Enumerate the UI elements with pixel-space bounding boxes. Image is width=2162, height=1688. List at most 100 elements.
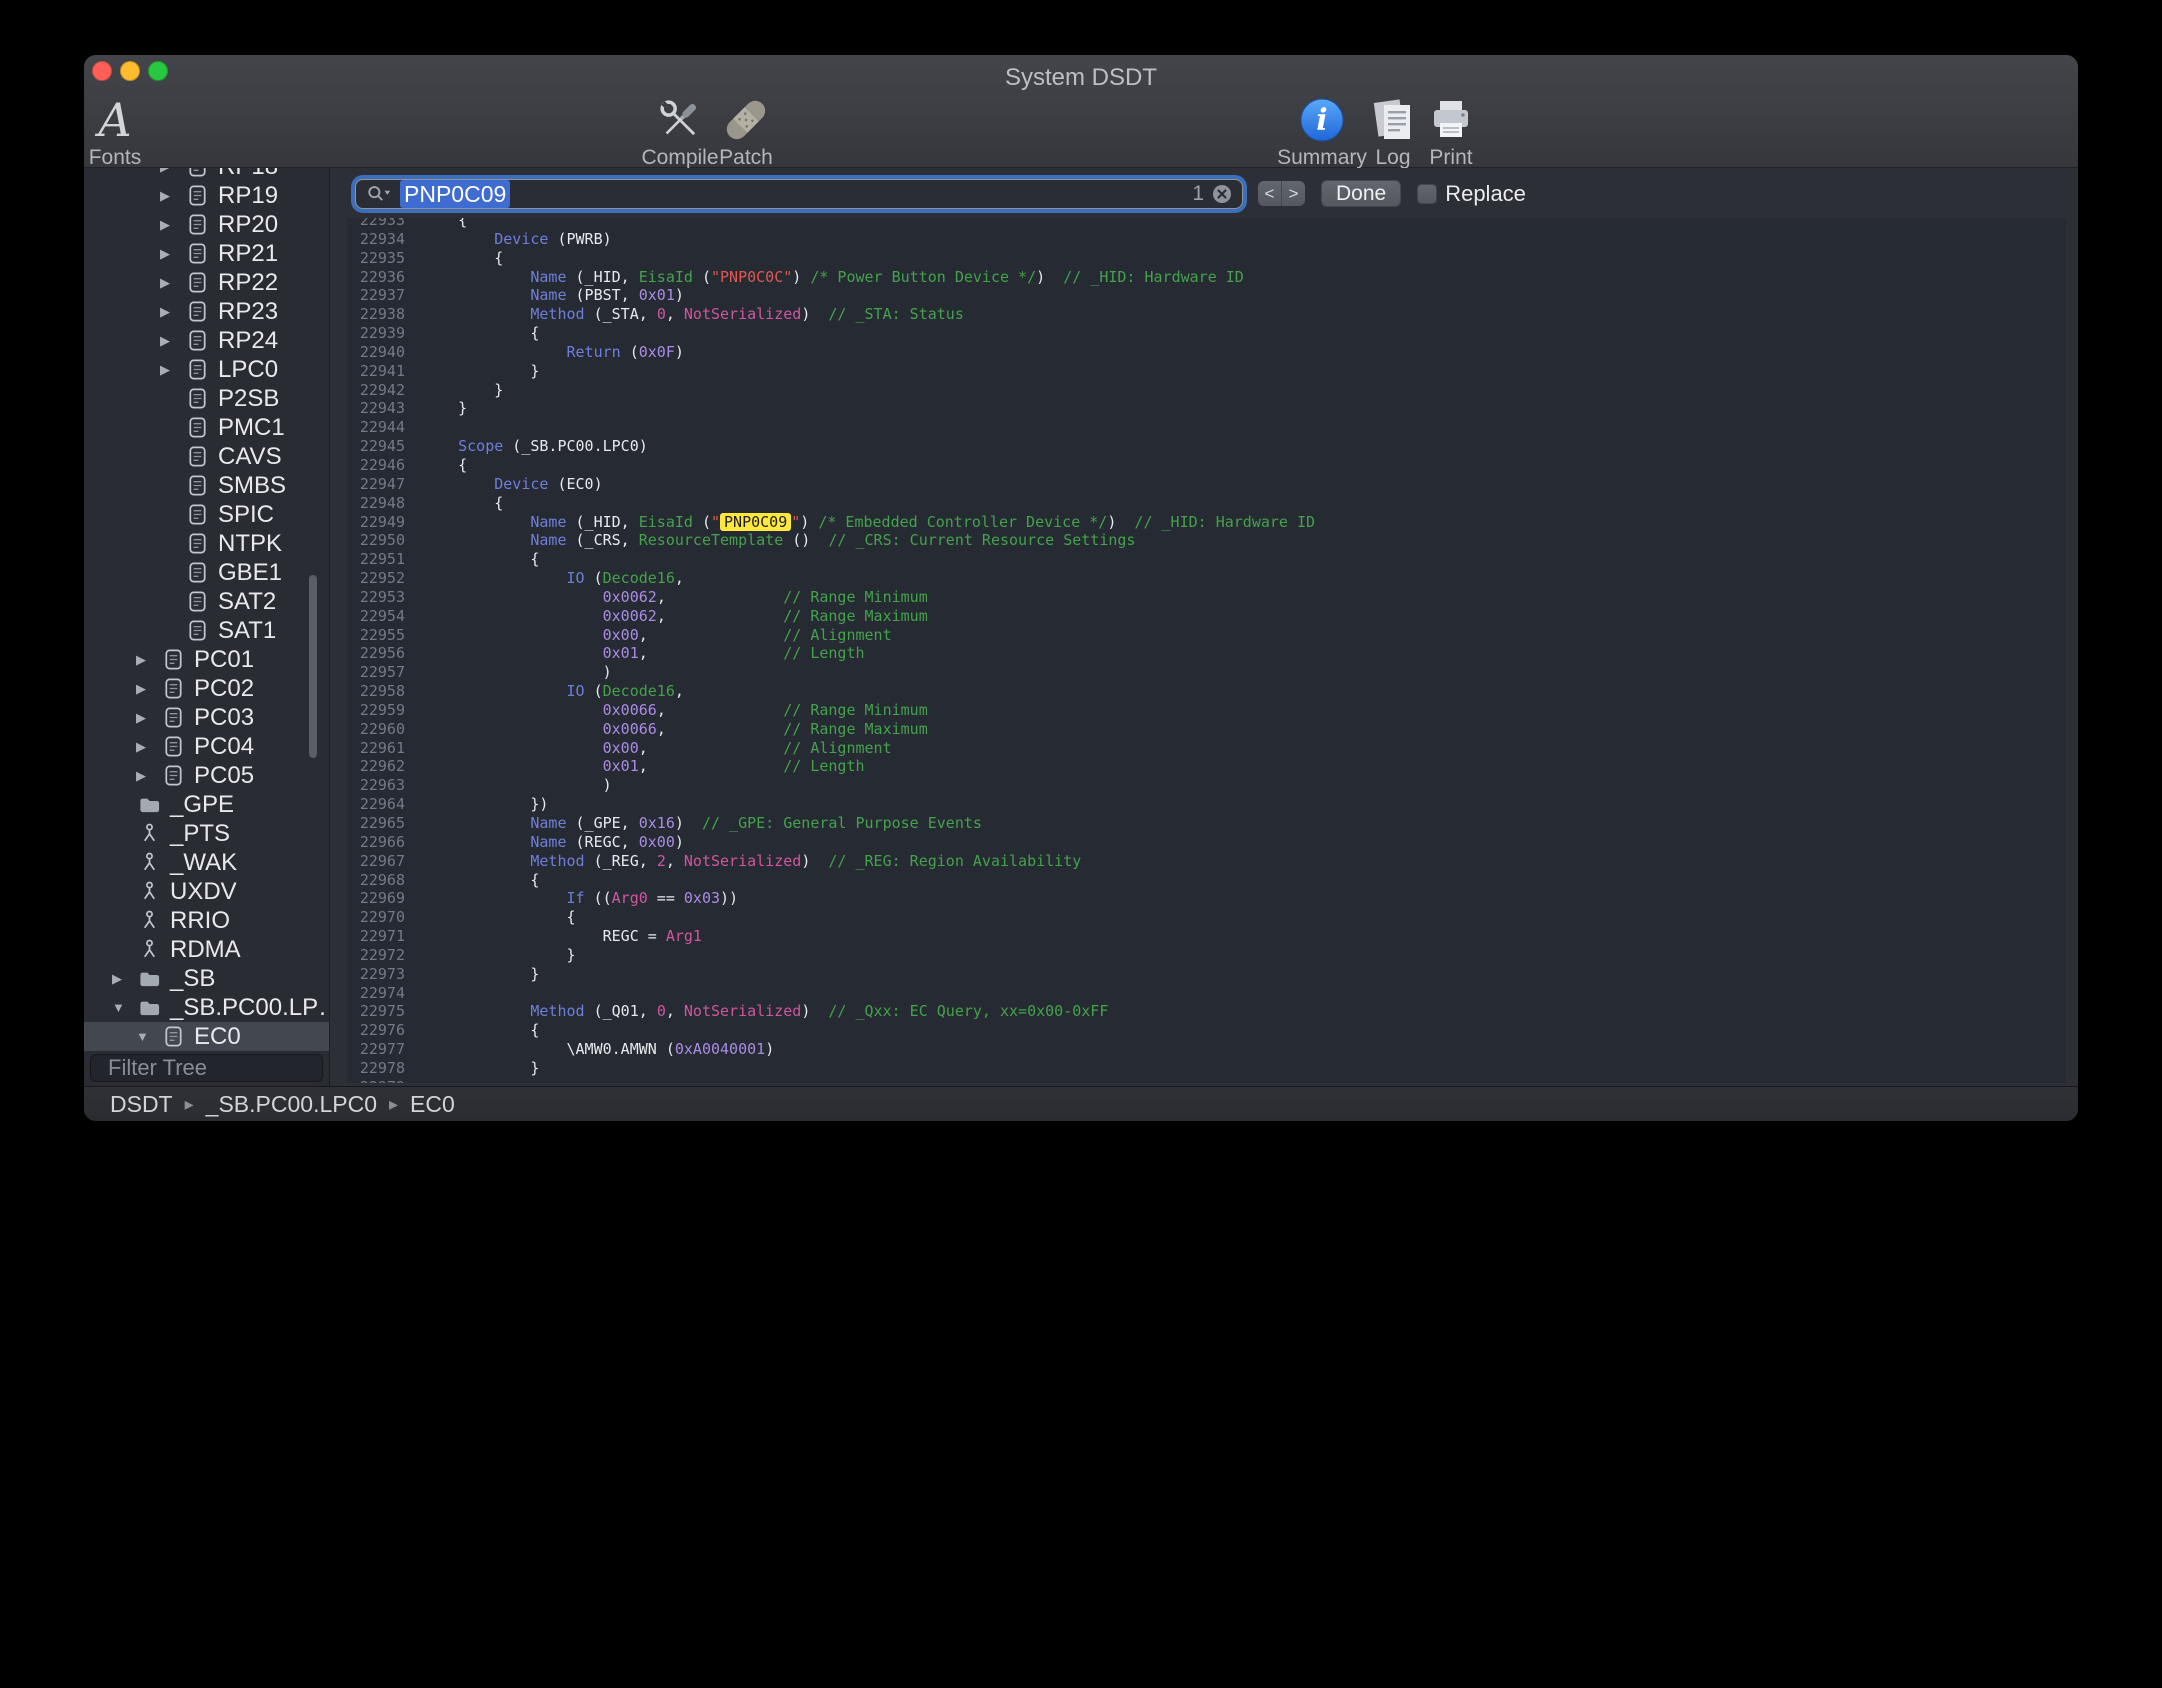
line-number: 22953 (347, 588, 405, 607)
disclosure-triangle-icon[interactable]: ▶ (160, 275, 186, 291)
sidebar-item-lpc0[interactable]: ▶LPC0 (84, 355, 329, 384)
disclosure-triangle-icon[interactable]: ▶ (160, 362, 186, 378)
sidebar-item-pc03[interactable]: ▶PC03 (84, 703, 329, 732)
sidebar-item-rp18[interactable]: ▶RP18 (84, 168, 329, 181)
disclosure-triangle-icon[interactable]: ▶ (160, 168, 186, 175)
sidebar-item-spic[interactable]: SPIC (84, 500, 329, 529)
sidebar-item-smbs[interactable]: SMBS (84, 471, 329, 500)
code-line: 22936 Name (_HID, EisaId ("PNP0C0C") /* … (347, 268, 2066, 287)
line-number: 22952 (347, 569, 405, 588)
disclosure-triangle-icon[interactable]: ▶ (160, 333, 186, 349)
sidebar-item-pc02[interactable]: ▶PC02 (84, 674, 329, 703)
disclosure-triangle-icon[interactable]: ▶ (136, 681, 162, 697)
minimize-button[interactable] (120, 61, 140, 81)
sidebar-item-pmc1[interactable]: PMC1 (84, 413, 329, 442)
line-number: 22957 (347, 663, 405, 682)
disclosure-triangle-icon[interactable]: ▶ (136, 739, 162, 755)
sidebar-item-sat2[interactable]: SAT2 (84, 587, 329, 616)
code-line: 22940 Return (0x0F) (347, 343, 2066, 362)
sidebar-item-rrio[interactable]: RRIO (84, 906, 329, 935)
device-icon (186, 168, 210, 178)
line-number: 22963 (347, 776, 405, 795)
sidebar-item-sat1[interactable]: SAT1 (84, 616, 329, 645)
device-icon (162, 706, 186, 729)
disclosure-triangle-icon[interactable]: ▶ (112, 971, 138, 987)
device-icon (186, 532, 210, 555)
tree-item-label: RRIO (170, 907, 230, 935)
find-match-count: 1 (1192, 182, 1204, 206)
disclosure-triangle-icon[interactable]: ▶ (136, 710, 162, 726)
line-number: 22944 (347, 418, 405, 437)
sidebar-item-rp20[interactable]: ▶ RP20 (84, 210, 329, 239)
replace-checkbox[interactable] (1417, 184, 1437, 204)
code-line: 22954 0x0062, // Range Maximum (347, 607, 2066, 626)
toolbar-print-button[interactable]: Print (1391, 95, 1511, 170)
toolbar-fonts-button[interactable]: A Fonts (84, 95, 175, 170)
sidebar-item--wak[interactable]: _WAK (84, 848, 329, 877)
sidebar-item-rp23[interactable]: ▶RP23 (84, 297, 329, 326)
disclosure-triangle-icon[interactable]: ▶ (160, 246, 186, 262)
sidebar-item-rp24[interactable]: ▶ RP24 (84, 326, 329, 355)
sidebar-item-cavs[interactable]: CAVS (84, 442, 329, 471)
breadcrumb-device[interactable]: EC0 (410, 1091, 455, 1118)
editor[interactable]: 22933 {22934 Device (PWRB)22935 {22936 N… (347, 218, 2066, 1083)
toolbar-patch-button[interactable]: Patch (686, 95, 806, 170)
sidebar-item--sb[interactable]: ▶_SB (84, 964, 329, 993)
sidebar-item-ec0[interactable]: ▼ EC0 (84, 1022, 329, 1051)
disclosure-triangle-icon[interactable]: ▶ (136, 768, 162, 784)
code-line: 22966 Name (REGC, 0x00) (347, 833, 2066, 852)
toolbar-patch-label: Patch (719, 146, 773, 170)
tree-item-label: EC0 (194, 1023, 241, 1051)
find-previous-button[interactable]: < (1258, 181, 1281, 206)
code-line: 22939 { (347, 324, 2066, 343)
sidebar-item-pc05[interactable]: ▶PC05 (84, 761, 329, 790)
device-icon (186, 271, 210, 294)
title-bar: System DSDT A Fonts (84, 55, 2078, 168)
disclosure-triangle-icon[interactable]: ▼ (112, 1000, 138, 1015)
sidebar-item-gbe1[interactable]: GBE1 (84, 558, 329, 587)
breadcrumb-dsdt[interactable]: DSDT (110, 1091, 173, 1118)
disclosure-triangle-icon[interactable]: ▶ (160, 217, 186, 233)
disclosure-triangle-icon[interactable]: ▼ (136, 1029, 162, 1044)
sidebar-item-uxdv[interactable]: UXDV (84, 877, 329, 906)
code-line: 22938 Method (_STA, 0, NotSerialized) //… (347, 305, 2066, 324)
status-bar: DSDT ▸ _SB.PC00.LPC0 ▸ EC0 (84, 1086, 2078, 1121)
line-number: 22948 (347, 494, 405, 513)
code-line: 22934 Device (PWRB) (347, 230, 2066, 249)
disclosure-triangle-icon[interactable]: ▶ (160, 304, 186, 320)
filter-tree-field[interactable] (90, 1054, 323, 1082)
clear-search-icon[interactable] (1212, 184, 1232, 204)
tree-item-label: UXDV (170, 878, 237, 906)
sidebar-tree: ▶RP18▶RP19▶RP20▶RP21▶RP22▶RP23▶RP24▶LPC0… (84, 168, 329, 1054)
tree-item-label: RP20 (218, 211, 278, 239)
line-number: 22967 (347, 852, 405, 871)
done-button[interactable]: Done (1321, 180, 1401, 207)
code-line: 22965 Name (_GPE, 0x16) // _GPE: General… (347, 814, 2066, 833)
tree-item-label: RP24 (218, 327, 278, 355)
sidebar-item-p2sb[interactable]: P2SB (84, 384, 329, 413)
code-line: 22950 Name (_CRS, ResourceTemplate () //… (347, 531, 2066, 550)
find-input[interactable]: PNP0C09 1 (355, 179, 1243, 209)
sidebar-item-pc04[interactable]: ▶PC04 (84, 732, 329, 761)
sidebar-item-rp21[interactable]: ▶RP21 (84, 239, 329, 268)
sidebar-item-rdma[interactable]: RDMA (84, 935, 329, 964)
line-number: 22969 (347, 889, 405, 908)
disclosure-triangle-icon[interactable]: ▶ (160, 188, 186, 204)
tree-item-label: P2SB (218, 385, 279, 413)
close-button[interactable] (92, 61, 112, 81)
zoom-button[interactable] (148, 61, 168, 81)
sidebar-item--gpe[interactable]: _GPE (84, 790, 329, 819)
search-menu-icon[interactable] (366, 183, 392, 205)
sidebar-item-pc01[interactable]: ▶ PC01 (84, 645, 329, 674)
sidebar-item-rp19[interactable]: ▶RP19 (84, 181, 329, 210)
sidebar-item-rp22[interactable]: ▶RP22 (84, 268, 329, 297)
sidebar-scrollbar[interactable] (309, 575, 317, 758)
tree-item-label: PC01 (194, 646, 254, 674)
disclosure-triangle-icon[interactable]: ▶ (136, 652, 162, 668)
find-next-button[interactable]: > (1282, 181, 1305, 206)
breadcrumb-scope[interactable]: _SB.PC00.LPC0 (206, 1091, 377, 1118)
sidebar-item--pts[interactable]: _PTS (84, 819, 329, 848)
code-line: 22957 ) (347, 663, 2066, 682)
sidebar-item-ntpk[interactable]: NTPK (84, 529, 329, 558)
sidebar-item--sb-pc00-lp-[interactable]: ▼_SB.PC00.LP… (84, 993, 329, 1022)
